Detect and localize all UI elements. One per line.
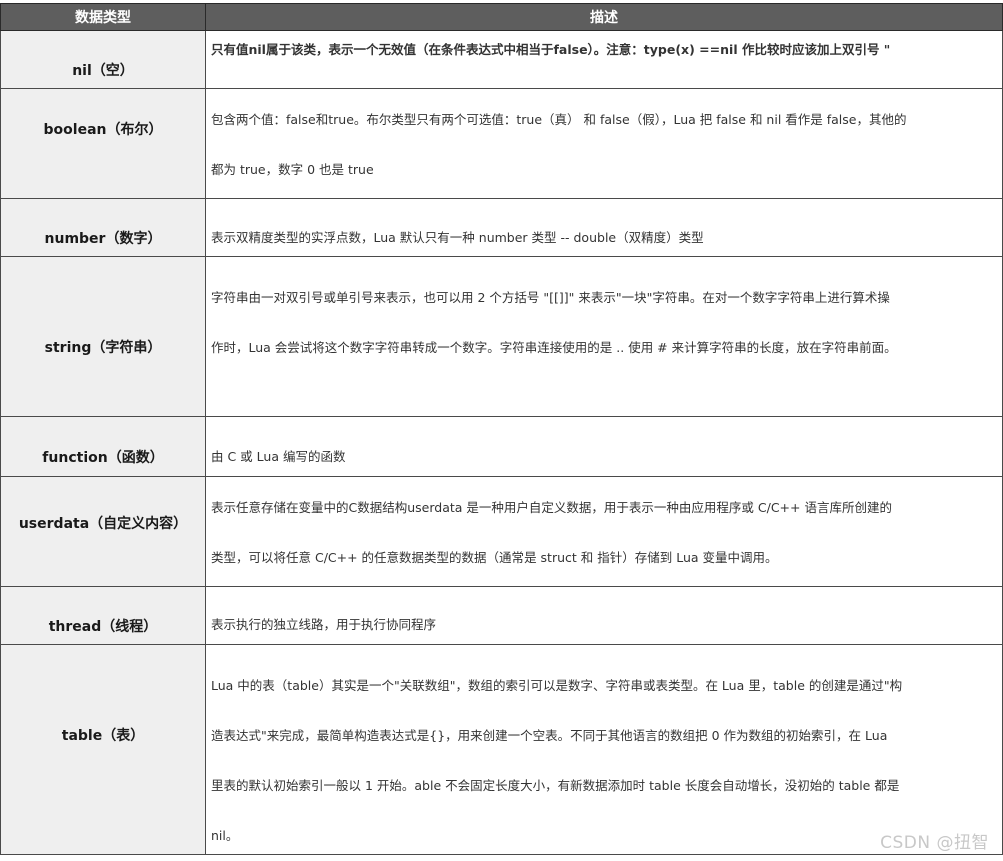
type-cell: table（表）: [0, 644, 206, 855]
type-cell: function（函数）: [0, 416, 206, 477]
description-cell: 表示执行的独立线路，用于执行协同程序: [205, 586, 1003, 645]
table-row: userdata（自定义内容） 表示任意存储在变量中的C数据结构userdata…: [0, 476, 1003, 587]
table-row: string（字符串） 字符串由一对双引号或单引号来表示，也可以用 2 个方括号…: [0, 256, 1003, 417]
description-line: 只有值nil属于该类，表示一个无效值（在条件表达式中相当于false）。注意：t…: [211, 42, 891, 57]
header-description: 描述: [205, 3, 1003, 31]
description-cell: Lua 中的表（table）其实是一个"关联数组"，数组的索引可以是数字、字符串…: [205, 644, 1003, 855]
description-line: 表示执行的独立线路，用于执行协同程序: [211, 617, 437, 632]
type-cell: userdata（自定义内容）: [0, 476, 206, 587]
description-line: 表示任意存储在变量中的C数据结构userdata 是一种用户自定义数据，用于表示…: [211, 500, 892, 515]
type-cell: string（字符串）: [0, 256, 206, 417]
description-cell: 字符串由一对双引号或单引号来表示，也可以用 2 个方括号 "[[]]" 来表示"…: [205, 256, 1003, 417]
table-row: table（表） Lua 中的表（table）其实是一个"关联数组"，数组的索引…: [0, 644, 1003, 855]
description-line: 里表的默认初始索引一般以 1 开始。able 不会固定长度大小，有新数据添加时 …: [211, 778, 900, 793]
table-row: boolean（布尔） 包含两个值：false和true。布尔类型只有两个可选值…: [0, 88, 1003, 199]
header-type: 数据类型: [0, 3, 206, 31]
description-line: 作时，Lua 会尝试将这个数字字符串转成一个数字。字符串连接使用的是 .. 使用…: [211, 340, 897, 355]
header-row: 数据类型 描述: [0, 3, 1003, 31]
description-line: 都为 true，数字 0 也是 true: [211, 162, 374, 177]
description-line: 包含两个值：false和true。布尔类型只有两个可选值：true（真） 和 f…: [211, 112, 907, 127]
type-cell: thread（线程）: [0, 586, 206, 645]
description-line: 表示双精度类型的实浮点数，Lua 默认只有一种 number 类型 -- dou…: [211, 230, 704, 245]
description-line: 由 C 或 Lua 编写的函数: [211, 449, 346, 464]
description-line: 字符串由一对双引号或单引号来表示，也可以用 2 个方括号 "[[]]" 来表示"…: [211, 290, 890, 305]
type-cell: number（数字）: [0, 198, 206, 257]
watermark: CSDN @扭智: [880, 833, 989, 853]
data-types-table: 数据类型 描述 nil（空） 只有值nil属于该类，表示一个无效值（在条件表达式…: [0, 3, 1003, 855]
type-cell: boolean（布尔）: [0, 88, 206, 199]
page: 数据类型 描述 nil（空） 只有值nil属于该类，表示一个无效值（在条件表达式…: [0, 0, 1003, 861]
description-cell: 包含两个值：false和true。布尔类型只有两个可选值：true（真） 和 f…: [205, 88, 1003, 199]
description-cell: 只有值nil属于该类，表示一个无效值（在条件表达式中相当于false）。注意：t…: [205, 30, 1003, 89]
description-cell: 由 C 或 Lua 编写的函数: [205, 416, 1003, 477]
table-row: number（数字） 表示双精度类型的实浮点数，Lua 默认只有一种 numbe…: [0, 198, 1003, 257]
table-row: function（函数） 由 C 或 Lua 编写的函数: [0, 416, 1003, 477]
table-row: nil（空） 只有值nil属于该类，表示一个无效值（在条件表达式中相当于fals…: [0, 30, 1003, 89]
description-cell: 表示任意存储在变量中的C数据结构userdata 是一种用户自定义数据，用于表示…: [205, 476, 1003, 587]
table-row: thread（线程） 表示执行的独立线路，用于执行协同程序: [0, 586, 1003, 645]
type-cell: nil（空）: [0, 30, 206, 89]
description-line: 造表达式"来完成，最简单构造表达式是{}，用来创建一个空表。不同于其他语言的数组…: [211, 728, 888, 743]
description-line: Lua 中的表（table）其实是一个"关联数组"，数组的索引可以是数字、字符串…: [211, 678, 903, 693]
description-line: 类型，可以将任意 C/C++ 的任意数据类型的数据（通常是 struct 和 指…: [211, 550, 778, 565]
description-cell: 表示双精度类型的实浮点数，Lua 默认只有一种 number 类型 -- dou…: [205, 198, 1003, 257]
